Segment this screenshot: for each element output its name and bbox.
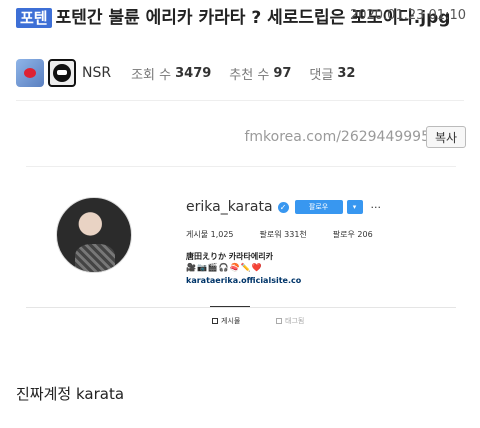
grid-icon: [212, 318, 218, 324]
recommend-label: 추천 수: [229, 67, 270, 83]
tab-posts-label: 게시물: [221, 317, 241, 325]
more-icon: ···: [370, 200, 382, 214]
tab-tagged: 태그됨: [276, 316, 304, 326]
source-url[interactable]: fmkorea.com/2629449995: [244, 129, 430, 145]
comments-count[interactable]: 32: [337, 66, 355, 81]
post-date: 2020.01.23 01:10: [349, 8, 466, 23]
verified-icon: ✓: [277, 201, 289, 213]
posts-count: 게시물 1,025: [186, 230, 234, 239]
views-label: 조회 수: [131, 67, 172, 83]
tab-tagged-label: 태그됨: [285, 317, 305, 325]
instagram-username: erika_karata: [186, 199, 273, 215]
followers-count: 팔로워 331천: [259, 230, 307, 239]
post-header: 포텐 포텐간 불륜 에리카 카라타 ? 세로드립은 포도이다.jpg 2020.0…: [16, 6, 466, 30]
level-icon: [16, 59, 44, 87]
dropdown-icon: ▾: [346, 200, 363, 214]
tab-divider: [26, 307, 456, 308]
profile-counts: 게시물 1,025 팔로워 331천 팔로우 206: [186, 229, 399, 240]
bio-link: karataerika.officialsite.co: [186, 276, 302, 285]
profile-picture: [56, 197, 132, 273]
tab-active-indicator: [210, 306, 250, 307]
bio-emoji: 🎥📷🎬🎧🍣✏️❤️: [186, 263, 263, 272]
instagram-screenshot: erika_karata ✓ 팔로우 ▾ ··· 게시물 1,025 팔로워 3…: [26, 166, 456, 334]
recommend-count: 97: [273, 65, 292, 81]
follow-button: 팔로우: [294, 200, 343, 214]
copy-button[interactable]: 복사: [426, 126, 466, 148]
post-meta: NSR 조회 수 3479 추천 수 97 댓글 32: [16, 58, 373, 88]
comments-label: 댓글: [309, 67, 334, 83]
category-badge[interactable]: 포텐: [16, 8, 52, 28]
tab-posts: 게시물: [212, 316, 240, 326]
username-row: erika_karata ✓ 팔로우 ▾ ···: [186, 199, 381, 215]
views-count: 3479: [175, 65, 212, 81]
divider: [16, 100, 464, 101]
author-nickname[interactable]: NSR: [82, 65, 111, 81]
following-count: 팔로우 206: [332, 230, 373, 239]
bio-name: 唐田えりか 카라타에리카: [186, 252, 273, 261]
post-body-text: 진짜계정 karata: [16, 385, 125, 403]
tag-icon: [276, 318, 282, 324]
avatar[interactable]: [48, 59, 76, 87]
